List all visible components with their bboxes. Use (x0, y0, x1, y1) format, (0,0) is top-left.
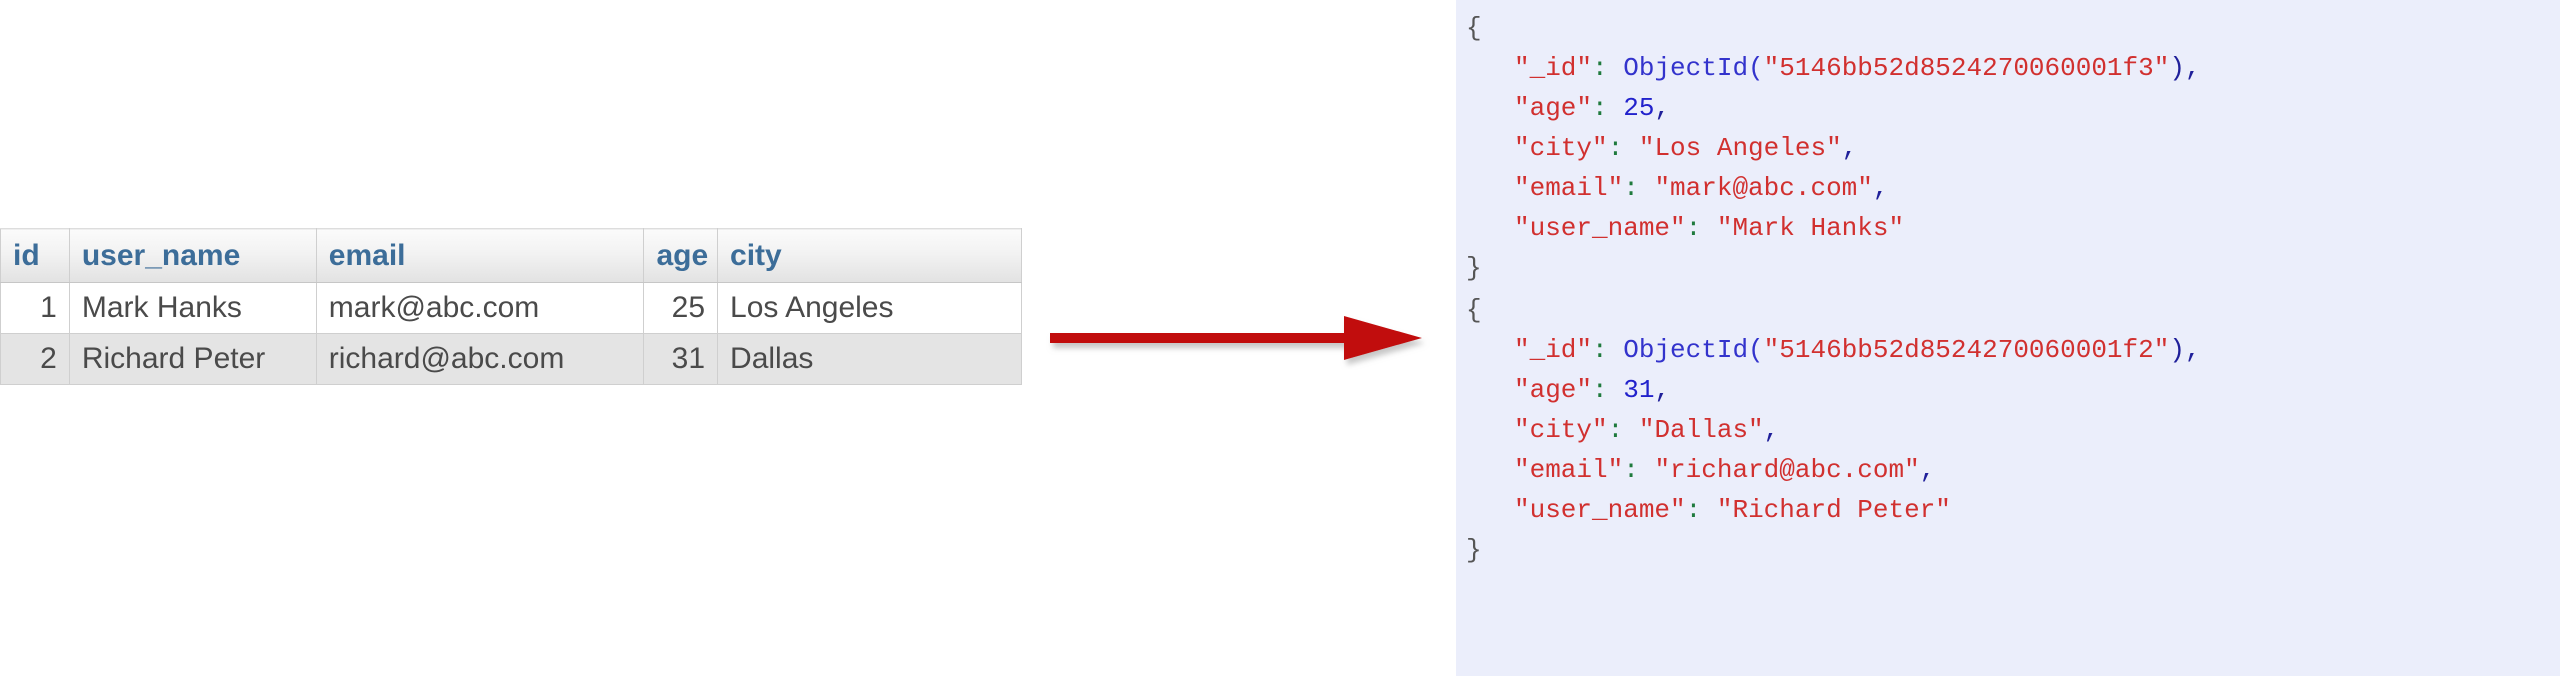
json-field-city: "city": "Los Angeles", (1456, 128, 2560, 168)
cell-id: 1 (0, 282, 70, 334)
json-colon: : (1623, 455, 1639, 485)
json-field-user_name: "user_name": "Richard Peter" (1456, 490, 2560, 530)
json-field-age: "age": 25, (1456, 88, 2560, 128)
brace-glyph: { (1466, 13, 1482, 43)
json-field-city: "city": "Dallas", (1456, 410, 2560, 450)
json-field-age: "age": 31, (1456, 370, 2560, 410)
table-header-row: id user_name email age city (0, 228, 1022, 283)
json-comma: , (1763, 415, 1780, 445)
column-header-age[interactable]: age (643, 228, 719, 283)
json-colon: : (1623, 173, 1639, 203)
json-key: "age" (1514, 93, 1593, 123)
json-quote: " (2153, 335, 2170, 365)
table-body: 1 Mark Hanks mark@abc.com 25 Los Angeles… (0, 282, 1022, 385)
json-string: "Mark Hanks" (1716, 213, 1905, 243)
json-quote: " (1763, 335, 1780, 365)
json-comma: , (1872, 173, 1889, 203)
json-key: "_id" (1514, 53, 1593, 83)
json-key: "age" (1514, 375, 1593, 405)
paren-close: ) (2169, 335, 2185, 365)
json-field-user_name: "user_name": "Mark Hanks" (1456, 208, 2560, 248)
cell-age: 25 (643, 282, 719, 334)
json-open-brace: { (1456, 8, 2560, 48)
json-number: 31 (1623, 375, 1655, 405)
json-colon: : (1685, 495, 1702, 525)
json-colon: : (1592, 93, 1608, 123)
cell-email: mark@abc.com (315, 282, 645, 334)
json-key: "user_name" (1514, 495, 1686, 525)
cell-city: Los Angeles (717, 282, 1022, 334)
json-quote: " (1763, 53, 1780, 83)
json-number: 25 (1623, 93, 1655, 123)
brace-glyph: { (1466, 295, 1482, 325)
json-close-brace: } (1456, 530, 2560, 570)
json-string: "mark@abc.com" (1654, 173, 1873, 203)
relational-table-container: id user_name email age city 1 Mark Hanks… (0, 228, 1022, 385)
json-field-email: "email": "mark@abc.com", (1456, 168, 2560, 208)
json-document: { "_id": ObjectId("5146bb52d852427006000… (1456, 8, 2560, 288)
relational-table: id user_name email age city 1 Mark Hanks… (0, 228, 1022, 385)
cell-email: richard@abc.com (315, 333, 645, 385)
json-quote: " (2153, 53, 2170, 83)
table-header: id user_name email age city (0, 228, 1022, 283)
paren-close: ) (2169, 53, 2185, 83)
objectid-hex: 5146bb52d8524270060001f2 (1779, 335, 2154, 365)
json-key: "user_name" (1514, 213, 1686, 243)
brace-glyph: } (1466, 253, 1482, 283)
json-colon: : (1607, 415, 1624, 445)
json-key: "email" (1514, 455, 1624, 485)
json-key: "_id" (1514, 335, 1593, 365)
objectid-function: ObjectId( (1623, 53, 1764, 83)
json-colon: : (1685, 213, 1702, 243)
json-colon: : (1592, 53, 1608, 83)
json-comma: , (1654, 93, 1671, 123)
objectid-hex: 5146bb52d8524270060001f3 (1779, 53, 2154, 83)
json-key: "city" (1514, 415, 1608, 445)
json-field-email: "email": "richard@abc.com", (1456, 450, 2560, 490)
json-key: "email" (1514, 173, 1624, 203)
transform-arrow-container (1044, 306, 1434, 370)
json-comma: , (2184, 53, 2201, 83)
json-comma: , (2184, 335, 2201, 365)
cell-age: 31 (643, 333, 719, 385)
column-header-user_name[interactable]: user_name (68, 228, 317, 283)
json-colon: : (1592, 375, 1608, 405)
json-string: "Dallas" (1638, 415, 1764, 445)
column-header-email[interactable]: email (315, 228, 645, 283)
table-row[interactable]: 2 Richard Peter richard@abc.com 31 Dalla… (0, 333, 1022, 385)
cell-user_name: Richard Peter (68, 333, 317, 385)
right-arrow-icon (1050, 316, 1422, 360)
json-comma: , (1919, 455, 1936, 485)
json-string: "richard@abc.com" (1654, 455, 1920, 485)
cell-city: Dallas (717, 333, 1022, 385)
table-row[interactable]: 1 Mark Hanks mark@abc.com 25 Los Angeles (0, 282, 1022, 334)
json-open-brace: { (1456, 290, 2560, 330)
json-output-pane: { "_id": ObjectId("5146bb52d852427006000… (1456, 0, 2560, 676)
json-colon: : (1607, 133, 1624, 163)
json-comma: , (1841, 133, 1858, 163)
json-key: "city" (1514, 133, 1608, 163)
json-comma: , (1654, 375, 1671, 405)
json-field-id: "_id": ObjectId("5146bb52d8524270060001f… (1456, 330, 2560, 370)
brace-glyph: } (1466, 535, 1482, 565)
json-field-id: "_id": ObjectId("5146bb52d8524270060001f… (1456, 48, 2560, 88)
objectid-function: ObjectId( (1623, 335, 1764, 365)
column-header-city[interactable]: city (717, 228, 1022, 283)
json-string: "Richard Peter" (1716, 495, 1951, 525)
cell-user_name: Mark Hanks (68, 282, 317, 334)
json-close-brace: } (1456, 248, 2560, 288)
json-document: { "_id": ObjectId("5146bb52d852427006000… (1456, 290, 2560, 570)
column-header-id[interactable]: id (0, 228, 70, 283)
json-string: "Los Angeles" (1638, 133, 1842, 163)
json-colon: : (1592, 335, 1608, 365)
cell-id: 2 (0, 333, 70, 385)
